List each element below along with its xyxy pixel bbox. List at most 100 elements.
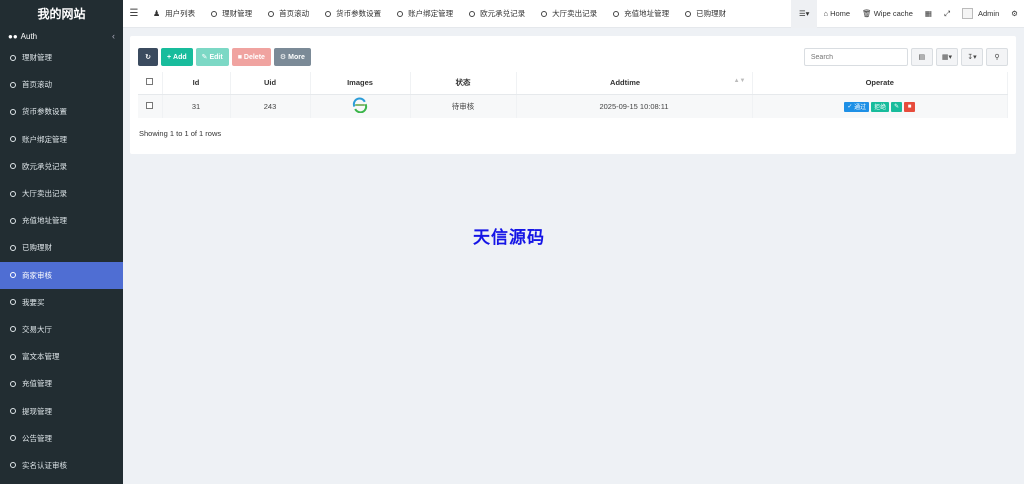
col-status: 状态 xyxy=(410,72,517,95)
sidebar-item[interactable]: 商家审核 xyxy=(0,261,123,289)
sidebar-item[interactable]: 公告管理 xyxy=(0,425,123,452)
col-operate: Operate xyxy=(752,72,1008,95)
row-checkbox[interactable] xyxy=(146,101,154,109)
sidebar-item-label: 货币参数设置 xyxy=(22,107,67,117)
circle-icon xyxy=(541,10,548,17)
table-row[interactable]: 31 243 待审核 2025-09-15 10:08:11 ✓ 通过 拒绝 ✎ xyxy=(138,94,1008,118)
home-link[interactable]: ⌂ Home xyxy=(817,0,856,28)
auth-label: Auth xyxy=(20,31,38,41)
nav-tab[interactable]: 大厅卖出记录 xyxy=(533,0,605,28)
watermark-text: 天信源码 xyxy=(473,228,545,247)
circle-icon xyxy=(211,10,218,17)
circle-icon xyxy=(10,190,16,197)
row-edit-button[interactable]: ✎ xyxy=(891,101,903,112)
sidebar-item[interactable]: 实名认证审核 xyxy=(0,452,123,479)
check-icon: ✓ xyxy=(847,104,853,110)
edit-button[interactable]: ✎ Edit xyxy=(195,48,229,66)
table-header-row: Id Uid Images 状态 Addtime ▲▼ Operate xyxy=(138,72,1008,95)
col-id[interactable]: Id xyxy=(162,72,231,95)
more-button[interactable]: ⚙ More xyxy=(273,48,311,66)
table-toolbar: ↻ + Add ✎ Edit ■ Delete ⚙ More xyxy=(138,48,311,66)
toggle-view-button[interactable]: ▤ xyxy=(910,48,933,66)
reject-label: 拒绝 xyxy=(874,105,887,111)
sidebar-toggle-icon[interactable]: ☰ xyxy=(123,8,145,19)
settings-icon[interactable]: ⚙ xyxy=(1005,0,1024,28)
columns-icon: ▦▾ xyxy=(941,54,952,61)
sidebar-item[interactable]: 账户绑定管理 xyxy=(0,126,123,153)
row-select-cell xyxy=(138,94,163,118)
nav-tab[interactable]: 账户绑定管理 xyxy=(389,0,461,28)
sidebar-item-label: 充值地址管理 xyxy=(22,216,67,226)
circle-icon xyxy=(685,10,692,17)
sidebar-item-label: 提现管理 xyxy=(22,406,52,416)
columns-button[interactable]: ▦▾ xyxy=(935,48,958,66)
delete-button[interactable]: ■ Delete xyxy=(231,48,271,66)
thumbnail-image[interactable] xyxy=(352,97,368,114)
nav-tab[interactable]: 已购理财 xyxy=(677,0,734,28)
circle-icon xyxy=(325,10,332,17)
site-logo[interactable]: 我的网站 xyxy=(0,0,123,28)
sidebar-item[interactable]: 货币参数设置 xyxy=(0,98,123,125)
nav-tab[interactable]: 理财管理 xyxy=(203,0,260,28)
language-icon[interactable]: ▦ xyxy=(919,0,938,28)
pencil-icon: ✎ xyxy=(201,54,208,61)
cell-addtime: 2025-09-15 10:08:11 xyxy=(516,94,753,118)
sidebar-item-label: 实名认证审核 xyxy=(22,460,67,470)
circle-icon xyxy=(469,10,476,17)
gear-icon: ⚙ xyxy=(279,54,287,61)
sidebar-item[interactable]: 充值管理 xyxy=(0,370,123,397)
export-button[interactable]: ↧▾ xyxy=(961,48,983,66)
table-tools: ▤ ▦▾ ↧▾ ⚲ xyxy=(803,48,1008,66)
approve-button[interactable]: ✓ 通过 xyxy=(844,101,870,112)
chevron-left-icon[interactable]: ‹ xyxy=(112,31,115,41)
select-all-header xyxy=(138,72,163,95)
sidebar-item-label: 富文本管理 xyxy=(22,352,60,362)
refresh-button[interactable]: ↻ xyxy=(138,48,158,66)
sort-icon[interactable]: ▲▼ xyxy=(734,78,746,84)
trash-icon: ■ xyxy=(237,53,242,61)
nav-tab[interactable]: 首页滚动 xyxy=(260,0,317,28)
circle-icon xyxy=(10,380,16,387)
admin-menu[interactable]: Admin xyxy=(956,0,1005,28)
col-uid[interactable]: Uid xyxy=(230,72,311,95)
sidebar-item-label: 公告管理 xyxy=(22,433,52,443)
select-all-checkbox[interactable] xyxy=(146,78,154,86)
row-actions: ✓ 通过 拒绝 ✎ ■ xyxy=(844,101,916,112)
fullscreen-icon[interactable]: ⤢ xyxy=(938,0,956,28)
home-icon: ⌂ xyxy=(823,9,831,18)
col-addtime[interactable]: Addtime ▲▼ xyxy=(516,72,753,95)
sidebar-item-label: 理财管理 xyxy=(22,53,52,63)
wipe-cache-link[interactable]: 🗑 Wipe cache xyxy=(856,0,919,28)
circle-icon xyxy=(10,353,16,360)
sidebar-auth-group[interactable]: ●● Auth ‹ xyxy=(0,28,123,44)
sidebar-item[interactable]: 欧元承兑记录 xyxy=(0,153,123,180)
cell-status: 待审核 xyxy=(410,94,517,118)
sidebar-item[interactable]: 充值地址管理 xyxy=(0,207,123,234)
delete-label: Delete xyxy=(243,53,265,61)
pencil-icon: ✎ xyxy=(894,104,900,110)
sidebar-item[interactable]: 我要买 xyxy=(0,289,123,316)
search-icon: ⚲ xyxy=(994,54,1000,61)
sidebar-item[interactable]: 大厅卖出记录 xyxy=(0,180,123,207)
nav-tab[interactable]: 充值地址管理 xyxy=(605,0,677,28)
row-delete-button[interactable]: ■ xyxy=(904,101,916,112)
search-input[interactable] xyxy=(803,48,908,66)
nav-tab[interactable]: ♟ 用户列表 xyxy=(145,0,203,28)
avatar xyxy=(962,8,973,19)
nav-tab[interactable]: 货币参数设置 xyxy=(317,0,389,28)
sidebar-item[interactable]: 交易大厅 xyxy=(0,316,123,343)
menu-dropdown-button[interactable]: ☰▾ xyxy=(790,0,818,28)
circle-icon xyxy=(10,408,16,415)
circle-icon xyxy=(10,163,16,170)
sidebar-item[interactable]: 首页滚动 xyxy=(0,71,123,98)
sidebar-item[interactable]: 理财管理 xyxy=(0,44,123,71)
top-navbar: ☰ ♟ 用户列表 理财管理 首页滚动 货币参数设置 账户绑定管理 欧元承兑记录 大厅卖出记录 充… xyxy=(123,0,1024,28)
sidebar-item[interactable]: 已购理财 xyxy=(0,234,123,261)
admin-label: Admin xyxy=(978,9,1000,18)
nav-tab[interactable]: 欧元承兑记录 xyxy=(461,0,533,28)
sidebar-item[interactable]: 提现管理 xyxy=(0,397,123,424)
advanced-search-button[interactable]: ⚲ xyxy=(986,48,1008,66)
sidebar-item[interactable]: 富文本管理 xyxy=(0,343,123,370)
add-button[interactable]: + Add xyxy=(161,48,193,66)
reject-button[interactable]: 拒绝 xyxy=(871,101,890,112)
